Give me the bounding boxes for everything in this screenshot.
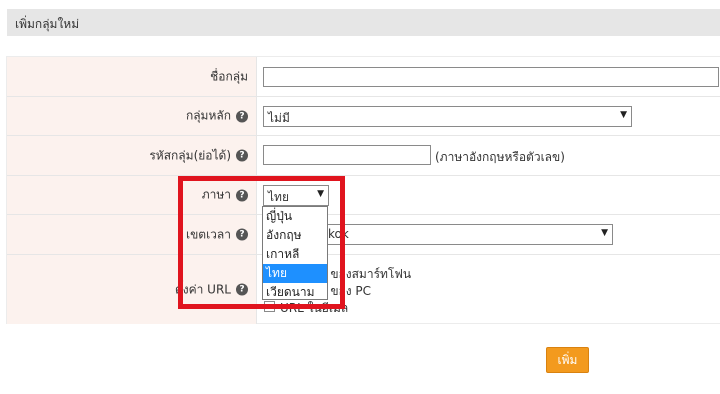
dropdown-arrow-icon: ▼: [601, 228, 608, 238]
group-name-input[interactable]: [263, 67, 719, 87]
row-group-code: รหัสกลุ่ม(ย่อได้) ? (ภาษาอังกฤษหรือตัวเล…: [7, 136, 720, 176]
group-name-label: ชื่อกลุ่ม: [210, 69, 248, 83]
parent-group-label: กลุ่มหลัก: [185, 108, 231, 123]
group-code-input[interactable]: [263, 145, 431, 165]
help-icon[interactable]: ?: [236, 149, 248, 162]
group-code-label: รหัสกลุ่ม(ย่อได้): [149, 148, 231, 162]
group-form: ชื่อกลุ่ม กลุ่มหลัก ? ไม่มี ▼ รหัสกลุ่ม(…: [6, 56, 720, 324]
page-title: เพิ่มกลุ่มใหม่: [15, 17, 80, 31]
row-url-settings: ตั้งค่า URL ? MyPage ของสมาร์ทโฟน MyPage…: [7, 255, 720, 324]
parent-group-select[interactable]: ไม่มี ▼: [263, 106, 632, 127]
annotation-highlight-box: [178, 176, 345, 309]
add-button[interactable]: เพิ่ม: [546, 347, 589, 373]
group-code-hint: (ภาษาอังกฤษหรือตัวเลข): [435, 150, 565, 164]
help-icon[interactable]: ?: [236, 110, 248, 122]
row-timezone: เขตเวลา ? Asia/Bangkok ▼: [7, 215, 720, 255]
row-group-name: ชื่อกลุ่ม: [7, 57, 720, 97]
row-parent-group: กลุ่มหลัก ? ไม่มี ▼: [7, 97, 720, 136]
parent-group-value: ไม่มี: [268, 111, 290, 125]
row-language: ภาษา ? ไทย ▼: [7, 176, 720, 215]
page-header: เพิ่มกลุ่มใหม่: [7, 9, 720, 36]
dropdown-arrow-icon: ▼: [620, 110, 627, 120]
